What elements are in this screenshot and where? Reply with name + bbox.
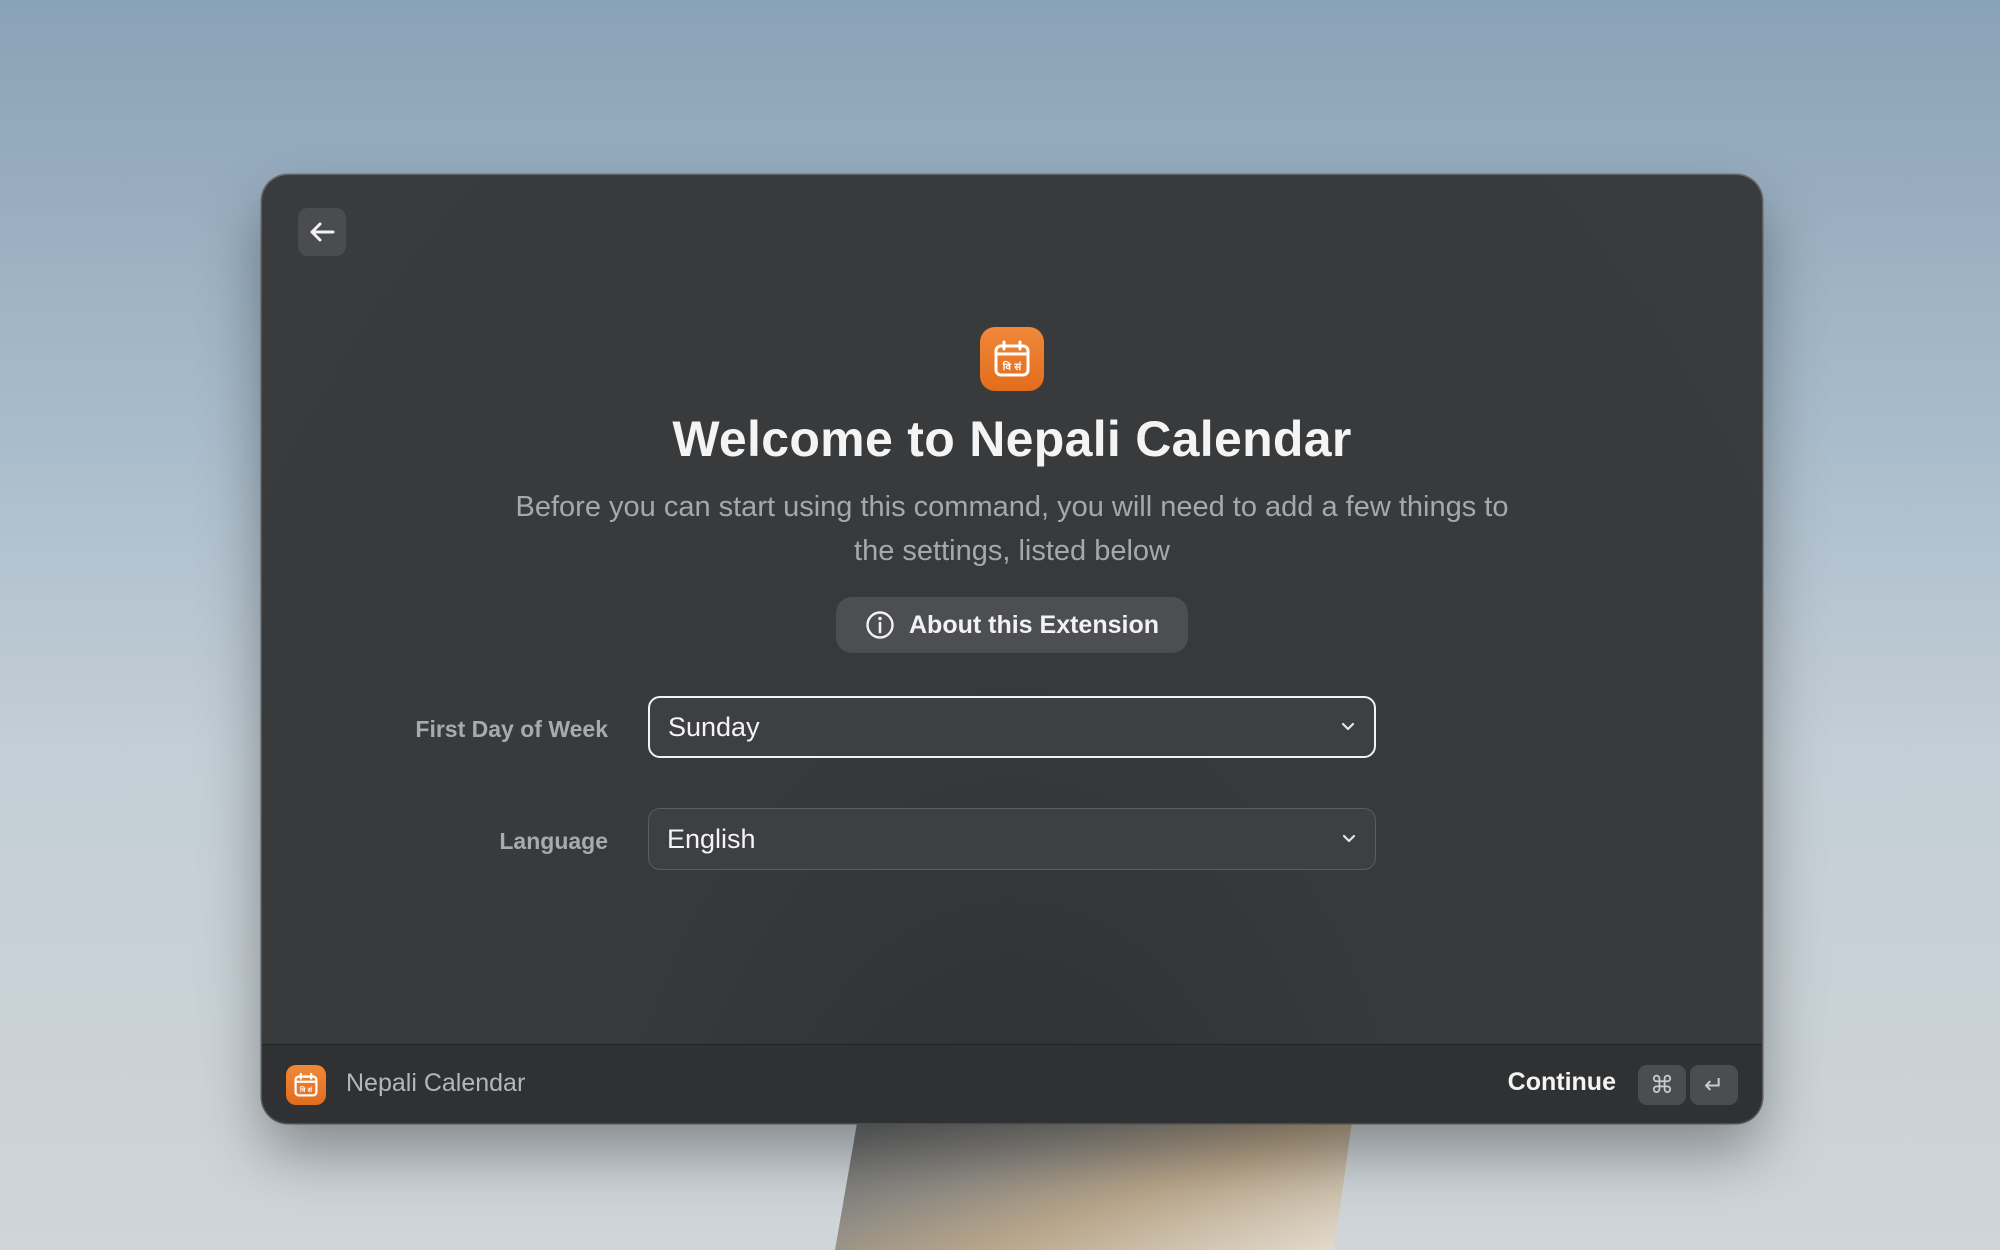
return-key: ↵ (1690, 1065, 1738, 1105)
action-bar: वि सं Nepali Calendar Continue ⌘ ↵ (262, 1044, 1762, 1123)
command-key: ⌘ (1638, 1065, 1686, 1105)
calendar-icon-glyph: वि सं (1002, 360, 1023, 373)
footer-extension-name: Nepali Calendar (346, 1069, 526, 1097)
page-subtitle: Before you can start using this command,… (515, 491, 1509, 567)
page-title: Welcome to Nepali Calendar (672, 411, 1352, 467)
first-day-of-week-value: Sunday (668, 711, 760, 742)
arrow-left-icon (310, 222, 335, 242)
info-icon (866, 611, 894, 639)
language-select[interactable]: English (648, 808, 1376, 870)
first-day-of-week-select[interactable]: Sunday (648, 696, 1376, 758)
back-button[interactable] (298, 208, 346, 256)
chevron-down-icon (1341, 722, 1355, 731)
about-extension-button[interactable]: About this Extension (836, 597, 1188, 653)
calendar-icon-glyph: वि सं (299, 1086, 313, 1094)
calendar-icon: वि सं (294, 1072, 318, 1097)
extension-window: वि सं Welcome to Nepali Calendar Before … (262, 175, 1762, 1123)
footer-extension-icon: वि सं (286, 1065, 326, 1105)
first-day-of-week-label: First Day of Week (415, 716, 608, 742)
language-value: English (667, 823, 756, 854)
continue-button[interactable]: Continue (1508, 1068, 1616, 1097)
chevron-down-icon (1342, 834, 1356, 843)
about-extension-label: About this Extension (909, 610, 1159, 639)
language-label: Language (499, 828, 608, 854)
nepali-calendar-app-icon: वि सं (980, 327, 1044, 391)
calendar-icon: वि सं (994, 340, 1030, 377)
